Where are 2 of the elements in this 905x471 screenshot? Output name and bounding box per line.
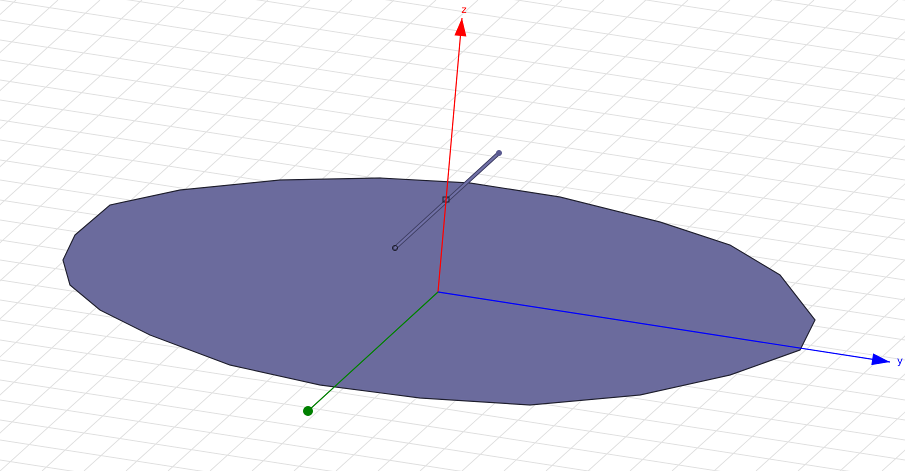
axis-label: y <box>897 356 903 367</box>
axis-label: z <box>461 5 467 16</box>
